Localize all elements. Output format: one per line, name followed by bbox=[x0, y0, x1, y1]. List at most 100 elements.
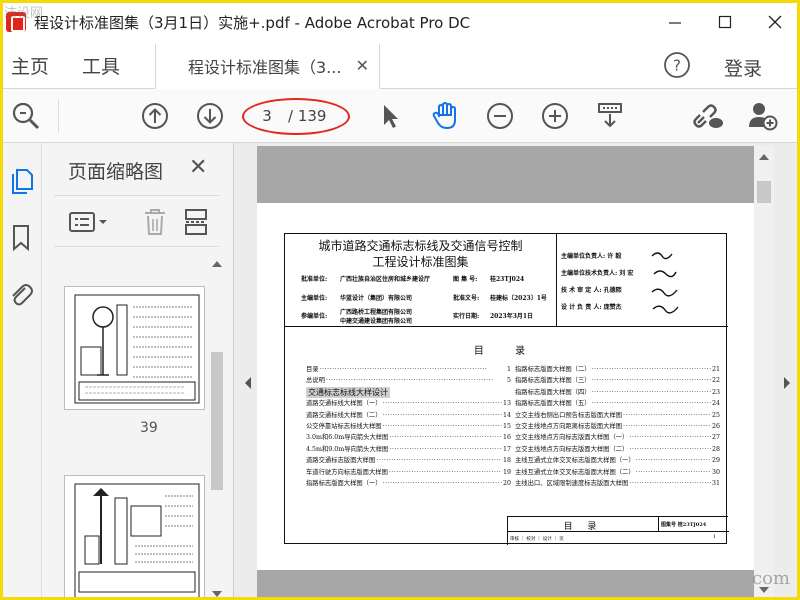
toc-entry[interactable]: 主线出口、区域限制速度标志版面大样图 31 bbox=[515, 478, 720, 489]
toc-entry-page: 22 bbox=[711, 377, 720, 385]
editor-unit-label: 主编单位: bbox=[301, 295, 328, 302]
watermark-top: 洁设网 bbox=[4, 6, 44, 21]
toc-entry-label: 指路标志版面大样图（一） bbox=[306, 480, 382, 488]
add-user-icon[interactable] bbox=[747, 100, 779, 132]
attachments-icon[interactable] bbox=[8, 280, 34, 308]
toc-leader-dots bbox=[389, 467, 502, 478]
toc-entry[interactable]: 立交主线地点方向标志版面大样图（二） 28 bbox=[515, 444, 720, 455]
toc-entry[interactable]: 指路标志版面大样图（一） 20 bbox=[306, 478, 511, 489]
hand-tool-icon[interactable] bbox=[429, 100, 461, 132]
scrollbar-thumb[interactable] bbox=[211, 352, 223, 490]
toc-column-left: 目录1总说明5交通标志标线大样设计道路交通标线大样图（一）13道路交通标线大样图… bbox=[306, 364, 511, 489]
toc-title: 目 录 bbox=[473, 346, 540, 357]
close-panel-icon[interactable]: ✕ bbox=[189, 155, 207, 180]
zoom-search-icon[interactable] bbox=[10, 100, 42, 132]
title-block: 目 录 图集号 桂23TJ024 审核 ｜ 校对 ｜ 设计 ｜ 页 1 bbox=[507, 516, 729, 545]
toc-entry[interactable]: 目录 1 bbox=[306, 364, 511, 375]
toc-column-right: 指路标志版面大样图（二） 21 指路标志版面大样图（三） 22 指路标志版面大样图（四）… bbox=[515, 364, 720, 489]
toc-leader-dots bbox=[320, 364, 506, 375]
toc-entry[interactable]: 指路标志版面大样图（三） 22 bbox=[515, 375, 720, 386]
atlas-no: 桂23TJ024 bbox=[490, 276, 525, 283]
toc-entry[interactable]: 道路交通标志版面大样图 18 bbox=[306, 455, 511, 466]
toc-entry-label: 交通标志标线大样设计 bbox=[306, 386, 390, 399]
leader-1: 主编单位负责人: 许 毅 bbox=[561, 253, 622, 260]
participant-2: 中建交通建设集团有限公司 bbox=[340, 318, 413, 325]
technical-review: 技 术 审 定 人: 孔德熙 bbox=[561, 287, 622, 294]
previous-page-icon[interactable] bbox=[139, 100, 171, 132]
toc-entry[interactable]: 道路交通标线大样图（一） 13 bbox=[306, 398, 511, 409]
delete-page-icon[interactable] bbox=[141, 207, 169, 241]
toc-entry[interactable]: 主线互通式立体交叉标志版面大样图（二） 30 bbox=[515, 467, 720, 478]
toc-entry-label: 主线出口、区域限制速度标志版面大样图 bbox=[515, 480, 629, 488]
atlas-title: 城市道路交通标志标线及交通信号控制 工程设计标准图集 bbox=[285, 238, 556, 270]
toc-entry[interactable]: 4.5m和9.0m导向箭头大样图 17 bbox=[306, 444, 511, 455]
toc-entry[interactable]: 指路标志版面大样图（二） 21 bbox=[515, 364, 720, 375]
toc-entry-label: 指路标志版面大样图（二） bbox=[515, 366, 591, 373]
zoom-out-icon[interactable] bbox=[484, 100, 516, 132]
next-page-icon[interactable] bbox=[194, 100, 226, 132]
watermark-bottom: com bbox=[752, 568, 790, 589]
share-link-icon[interactable] bbox=[692, 100, 724, 132]
menu-home[interactable]: 主页 bbox=[11, 52, 49, 79]
toc-entry[interactable]: 指路标志版面大样图（四） 23 bbox=[515, 387, 720, 398]
toc-entry-page: 14 bbox=[502, 411, 511, 419]
toc-entry-label: 主线互通式立体交叉标志版面大样图（一） bbox=[515, 457, 635, 465]
toc-entry[interactable]: 总说明 5 bbox=[306, 375, 511, 386]
help-icon[interactable]: ? bbox=[663, 51, 691, 83]
toc-entry-page: 26 bbox=[711, 423, 720, 431]
scrollbar-thumb[interactable] bbox=[757, 181, 771, 203]
scroll-up-icon[interactable] bbox=[754, 150, 774, 164]
toc-entry-page: 31 bbox=[711, 480, 720, 488]
window-controls bbox=[650, 0, 800, 44]
atlas-title-line2: 工程设计标准图集 bbox=[372, 255, 469, 269]
toc-entry[interactable]: 3.0m和6.0m导向箭头大样图 16 bbox=[306, 432, 511, 443]
select-tool-icon[interactable] bbox=[374, 100, 406, 132]
svg-text:?: ? bbox=[673, 57, 681, 75]
bookmarks-icon[interactable] bbox=[8, 223, 34, 251]
collapse-right-icon[interactable] bbox=[781, 375, 793, 391]
toc-entry-label: 指路标志版面大样图（五） bbox=[515, 400, 591, 408]
page-thumbnails-icon[interactable] bbox=[8, 167, 34, 195]
toc-entry[interactable]: 交通标志标线大样设计 bbox=[306, 386, 511, 399]
toc-entry-label: 目录 bbox=[306, 366, 319, 373]
toc-entry[interactable]: 立交主线右侧出口预告标志版面大样图 25 bbox=[515, 410, 720, 421]
toc-entry-label: 立交主线地点方向距离标志版面大样图 bbox=[515, 423, 623, 431]
toc-entry-page: 15 bbox=[502, 423, 511, 431]
tab-close-icon[interactable]: ✕ bbox=[356, 56, 369, 75]
scroll-up-icon[interactable] bbox=[208, 257, 226, 271]
toc-entry[interactable]: 指路标志版面大样图（五） 24 bbox=[515, 398, 720, 409]
minimize-button[interactable] bbox=[650, 0, 700, 44]
toc-entry[interactable]: 立交主线地点方向距离标志版面大样图 26 bbox=[515, 421, 720, 432]
toc-entry[interactable]: 公交停靠站标志标线大样图 15 bbox=[306, 421, 511, 432]
insert-page-icon[interactable] bbox=[183, 207, 209, 241]
menu-tools[interactable]: 工具 bbox=[82, 52, 120, 79]
close-window-button[interactable] bbox=[750, 0, 800, 44]
document-view[interactable]: 城市道路交通标志标线及交通信号控制 工程设计标准图集 批准单位: 广西壮族自治区… bbox=[234, 143, 800, 600]
toc-entry[interactable]: 道路交通标线大样图（二） 14 bbox=[306, 410, 511, 421]
atlas-no-label: 图 集 号: bbox=[453, 276, 478, 283]
participant-1: 广西路桥工程集团有限公司 bbox=[340, 309, 413, 316]
page-thumbnail[interactable] bbox=[64, 475, 205, 600]
thumbnail-options-icon[interactable] bbox=[68, 209, 112, 239]
toc-entry-label: 公交停靠站标志标线大样图 bbox=[306, 423, 382, 431]
document-scrollbar[interactable] bbox=[754, 146, 774, 600]
toc-entry[interactable]: 车道行驶方向标志版面大样图 19 bbox=[306, 467, 511, 478]
collapse-left-icon[interactable] bbox=[242, 375, 254, 391]
document-tab[interactable]: 程设计标准图集（3... ✕ bbox=[155, 44, 380, 89]
toc-entry-page: 17 bbox=[502, 445, 511, 453]
approval-doc: 桂建标〔2023〕1号 bbox=[490, 295, 547, 302]
pdf-page: 城市道路交通标志标线及交通信号控制 工程设计标准图集 批准单位: 广西壮族自治区… bbox=[257, 203, 754, 570]
toc-entry-label: 主线互通式立体交叉标志版面大样图（二） bbox=[515, 468, 635, 476]
toc-entry[interactable]: 立交主线地点方向标志版面大样图（一） 27 bbox=[515, 432, 720, 443]
toc-entry-label: 立交主线右侧出口预告标志版面大样图 bbox=[515, 411, 623, 419]
thumbnail-scrollbar[interactable] bbox=[208, 257, 226, 600]
maximize-button[interactable] bbox=[700, 0, 750, 44]
toc-entry-page: 28 bbox=[711, 445, 720, 453]
scroll-down-icon[interactable] bbox=[208, 587, 226, 600]
toc-entry[interactable]: 主线互通式立体交叉标志版面大样图（一） 29 bbox=[515, 455, 720, 466]
login-button[interactable]: 登录 bbox=[724, 54, 762, 81]
effective-date: 2023年3月1日 bbox=[490, 313, 534, 320]
zoom-in-icon[interactable] bbox=[539, 100, 571, 132]
page-thumbnail[interactable] bbox=[64, 286, 205, 410]
page-display-icon[interactable] bbox=[594, 100, 626, 132]
